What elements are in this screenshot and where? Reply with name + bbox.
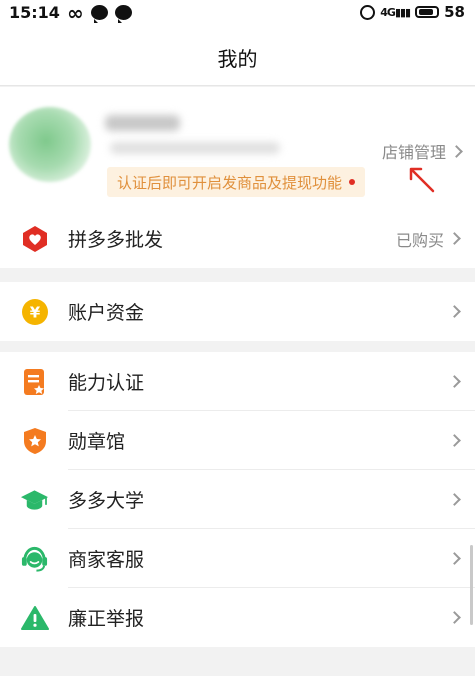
menu-row-wholesale[interactable]: 拼多多批发 已购买 [0, 209, 475, 268]
infinity-icon: ∞ [66, 0, 84, 25]
chevron-right-icon [448, 611, 461, 624]
yuan-coin-icon: ¥ [20, 297, 49, 326]
menu-item-label: 廉正举报 [68, 608, 145, 630]
menu-row-customer-service[interactable]: 商家客服 [0, 529, 475, 588]
warning-icon [20, 603, 49, 632]
medal-shield-icon [20, 426, 49, 455]
menu-item-label: 商家客服 [68, 549, 145, 571]
chevron-right-icon [450, 144, 463, 158]
alarm-icon [360, 4, 376, 20]
chevron-right-icon [448, 305, 461, 318]
chat-bubble-icon [90, 5, 108, 23]
row-arrow [448, 611, 461, 624]
status-time: 15:14 [9, 3, 60, 22]
chevron-right-icon [448, 375, 461, 388]
wholesale-gift-icon [20, 224, 49, 253]
chevron-right-icon [448, 434, 461, 447]
menu-item-label: 能力认证 [68, 372, 145, 394]
shop-manage-label: 店铺管理 [381, 143, 446, 162]
row-arrow [448, 375, 461, 388]
funds-label: 账户资金 [68, 302, 145, 324]
title-bar: 我的 [0, 30, 475, 86]
menu-row-certification[interactable]: 能力认证 [0, 352, 475, 411]
wholesale-status-text: 已购买 [395, 230, 444, 250]
signal-icon: 4G▮▮▮ [380, 5, 411, 19]
row-arrow [448, 434, 461, 447]
certification-notice[interactable]: 认证后即可开启发商品及提现功能 [107, 167, 366, 197]
battery-icon [415, 6, 440, 18]
wechat-icon [114, 5, 132, 23]
menu-row-report[interactable]: 廉正举报 [0, 588, 475, 647]
page-title: 我的 [217, 47, 258, 71]
menu-item-label: 勋章馆 [68, 431, 126, 453]
chevron-right-icon [448, 552, 461, 565]
shop-manage-link[interactable]: 店铺管理 [381, 139, 463, 163]
menu-section: 能力认证 勋章馆 多多大学 商家客服 廉正举报 [0, 352, 475, 647]
blurred-shop-id [110, 142, 280, 154]
wholesale-label: 拼多多批发 [68, 229, 164, 251]
menu-row-medals[interactable]: 勋章馆 [0, 411, 475, 470]
blurred-shop-name [105, 115, 180, 131]
status-bar-left: 15:14 ∞ [9, 0, 132, 25]
network-type: 4G [380, 5, 396, 19]
funds-section: ¥ 账户资金 [0, 282, 475, 341]
wholesale-section: 拼多多批发 已购买 [0, 209, 475, 268]
red-dot-badge [349, 179, 356, 185]
annotation-arrow-icon [409, 167, 435, 193]
wholesale-status: 已购买 [395, 227, 461, 251]
notice-text: 认证后即可开启发商品及提现功能 [117, 173, 343, 192]
chevron-right-icon [448, 232, 461, 245]
avatar[interactable] [9, 107, 91, 182]
certificate-icon [20, 367, 49, 396]
headset-icon [20, 544, 49, 573]
scrollbar[interactable] [470, 545, 473, 625]
row-arrow [448, 493, 461, 506]
menu-row-university[interactable]: 多多大学 [0, 470, 475, 529]
status-bar-right: 4G▮▮▮ 58 [360, 3, 465, 21]
graduation-cap-icon [20, 485, 49, 514]
funds-arrow [448, 305, 461, 318]
chevron-right-icon [448, 493, 461, 506]
svg-text:¥: ¥ [29, 303, 40, 321]
profile-card[interactable]: 店铺管理 认证后即可开启发商品及提现功能 [0, 87, 475, 209]
menu-item-label: 多多大学 [68, 490, 145, 512]
battery-level: 58 [444, 3, 465, 21]
menu-row-funds[interactable]: ¥ 账户资金 [0, 282, 475, 341]
row-arrow [448, 552, 461, 565]
status-bar: 15:14 ∞ 4G▮▮▮ 58 [0, 0, 475, 30]
